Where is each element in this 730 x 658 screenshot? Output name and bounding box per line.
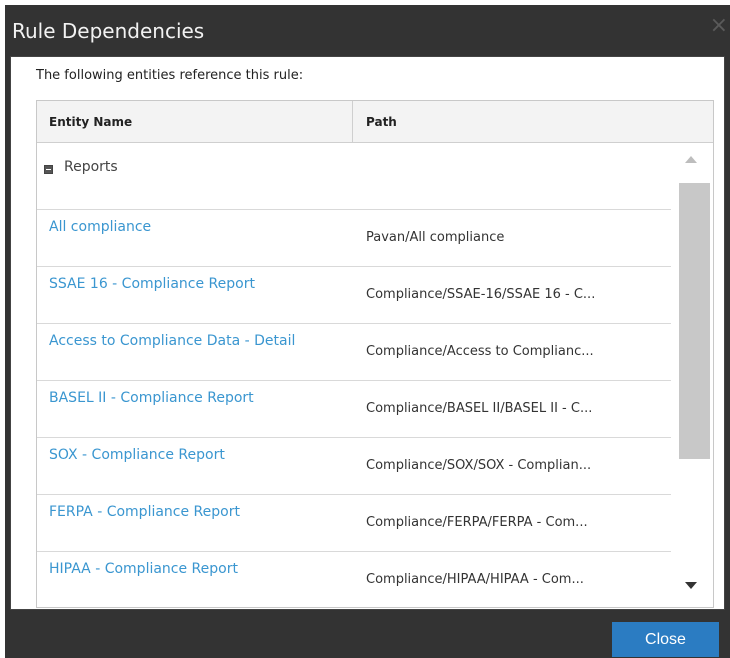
scroll-down-icon[interactable] (685, 582, 697, 589)
table-row[interactable]: All compliance Pavan/All compliance (37, 210, 671, 267)
entity-path: Compliance/HIPAA/HIPAA - Com... (366, 572, 584, 587)
table-row[interactable]: SSAE 16 - Compliance Report Compliance/S… (37, 267, 671, 324)
entity-link[interactable]: BASEL II - Compliance Report (49, 390, 254, 406)
entity-path: Compliance/FERPA/FERPA - Com... (366, 515, 588, 530)
entity-path: Compliance/BASEL II/BASEL II - C... (366, 401, 593, 416)
entity-link[interactable]: HIPAA - Compliance Report (49, 561, 238, 577)
entity-link[interactable]: All compliance (49, 219, 151, 235)
grid-header: Entity Name Path (37, 101, 713, 143)
dialog-title: Rule Dependencies (12, 19, 205, 43)
table-row[interactable]: SOX - Compliance Report Compliance/SOX/S… (37, 438, 671, 495)
collapse-icon[interactable] (44, 165, 53, 174)
entity-link[interactable]: SSAE 16 - Compliance Report (49, 276, 255, 292)
close-icon[interactable]: × (710, 15, 728, 37)
dialog-body: The following entities reference this ru… (10, 56, 725, 610)
table-row[interactable]: Access to Compliance Data - Detail Compl… (37, 324, 671, 381)
rule-dependencies-dialog: Rule Dependencies × The following entiti… (5, 5, 730, 658)
group-label: Reports (64, 159, 118, 175)
dialog-titlebar: Rule Dependencies × (5, 5, 730, 55)
table-row[interactable]: FERPA - Compliance Report Compliance/FER… (37, 495, 671, 552)
column-divider[interactable] (352, 101, 353, 143)
entity-link[interactable]: FERPA - Compliance Report (49, 504, 240, 520)
intro-text: The following entities reference this ru… (36, 68, 304, 83)
vertical-scrollbar[interactable] (671, 143, 713, 607)
entity-path: Compliance/Access to Complianc... (366, 344, 594, 359)
column-header-path[interactable]: Path (366, 101, 397, 143)
close-button[interactable]: Close (612, 622, 719, 657)
column-header-entity-name[interactable]: Entity Name (49, 101, 132, 143)
entity-link[interactable]: Access to Compliance Data - Detail (49, 333, 295, 349)
dependencies-grid: Entity Name Path Reports All compliance … (36, 100, 714, 608)
entity-link[interactable]: SOX - Compliance Report (49, 447, 225, 463)
entity-path: Pavan/All compliance (366, 230, 505, 245)
group-row-reports[interactable]: Reports (37, 143, 671, 210)
grid-rows: Reports All compliance Pavan/All complia… (37, 143, 671, 607)
scroll-thumb[interactable] (679, 183, 710, 459)
scroll-up-icon[interactable] (685, 156, 697, 163)
entity-path: Compliance/SOX/SOX - Complian... (366, 458, 592, 473)
entity-path: Compliance/SSAE-16/SSAE 16 - C... (366, 287, 596, 302)
table-row[interactable]: BASEL II - Compliance Report Compliance/… (37, 381, 671, 438)
table-row[interactable]: HIPAA - Compliance Report Compliance/HIP… (37, 552, 671, 607)
